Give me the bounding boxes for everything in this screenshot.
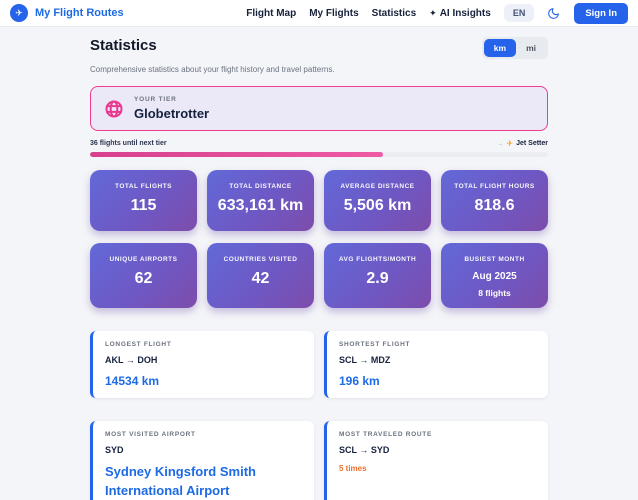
stat-value: Aug 2025 bbox=[445, 271, 544, 282]
card-label: MOST TRAVELED ROUTE bbox=[339, 431, 536, 438]
unit-toggle: km mi bbox=[482, 37, 548, 59]
longest-flight-card: LONGEST FLIGHT AKL → DOH 14534 km bbox=[90, 331, 314, 398]
stat-card-countries-visited: COUNTRIES VISITED 42 bbox=[207, 243, 314, 308]
tier-name: Globetrotter bbox=[134, 106, 209, 121]
most-visited-airport-card: MOST VISITED AIRPORT SYD Sydney Kingsfor… bbox=[90, 421, 314, 500]
tier-progress-fill bbox=[90, 152, 383, 157]
stat-card-average-distance: AVERAGE DISTANCE 5,506 km bbox=[324, 170, 431, 231]
stat-value: 115 bbox=[94, 197, 193, 215]
app-logo-icon[interactable]: ✈ bbox=[10, 4, 28, 22]
tier-progress-bar bbox=[90, 152, 548, 157]
travel-records: MOST VISITED AIRPORT SYD Sydney Kingsfor… bbox=[90, 421, 548, 500]
stat-value: 5,506 km bbox=[328, 197, 427, 215]
airport-code: SYD bbox=[105, 445, 302, 455]
route-text: SCL → MDZ bbox=[339, 355, 536, 365]
stat-label: TOTAL DISTANCE bbox=[211, 183, 310, 190]
stats-grid: TOTAL FLIGHTS 115 TOTAL DISTANCE 633,161… bbox=[90, 170, 548, 308]
page-subtitle: Comprehensive statistics about your flig… bbox=[90, 65, 548, 74]
page-title: Statistics bbox=[90, 37, 157, 54]
route-text: SCL → SYD bbox=[339, 445, 536, 455]
stat-value: 633,161 km bbox=[211, 197, 310, 215]
ai-insights-label: AI Insights bbox=[440, 8, 491, 19]
stat-label: TOTAL FLIGHT HOURS bbox=[445, 183, 544, 190]
card-label: LONGEST FLIGHT bbox=[105, 341, 302, 348]
stat-label: AVG FLIGHTS/MONTH bbox=[328, 256, 427, 263]
unit-mi-button[interactable]: mi bbox=[516, 39, 546, 57]
nav-menu: Flight Map My Flights Statistics ✦ AI In… bbox=[246, 3, 628, 24]
nav-my-flights[interactable]: My Flights bbox=[309, 8, 358, 19]
language-selector[interactable]: EN bbox=[504, 4, 535, 22]
airport-name: Sydney Kingsford Smith International Air… bbox=[105, 463, 302, 500]
stat-card-total-distance: TOTAL DISTANCE 633,161 km bbox=[207, 170, 314, 231]
arrow-icon: → bbox=[497, 141, 503, 147]
stat-value: 2.9 bbox=[328, 270, 427, 288]
stat-card-total-flight-hours: TOTAL FLIGHT HOURS 818.6 bbox=[441, 170, 548, 231]
stat-sub-value: 8 flights bbox=[445, 288, 544, 298]
dark-mode-toggle[interactable] bbox=[547, 6, 561, 20]
card-label: MOST VISITED AIRPORT bbox=[105, 431, 302, 438]
next-tier-name: Jet Setter bbox=[516, 140, 548, 147]
tier-progress-text: 36 flights until next tier bbox=[90, 140, 167, 147]
tier-card: YOUR TIER Globetrotter bbox=[90, 86, 548, 131]
distance-value: 14534 km bbox=[105, 374, 302, 388]
nav-flight-map[interactable]: Flight Map bbox=[246, 8, 296, 19]
navbar: ✈ My Flight Routes Flight Map My Flights… bbox=[0, 0, 638, 27]
tier-label: YOUR TIER bbox=[134, 96, 209, 103]
next-tier-label: → ✈ Jet Setter bbox=[497, 139, 548, 148]
plane-icon: ✈ bbox=[15, 8, 23, 19]
sign-in-button[interactable]: Sign In bbox=[574, 3, 628, 24]
stat-label: COUNTRIES VISITED bbox=[211, 256, 310, 263]
card-label: SHORTEST FLIGHT bbox=[339, 341, 536, 348]
stat-value: 62 bbox=[94, 270, 193, 288]
nav-ai-insights[interactable]: ✦ AI Insights bbox=[429, 8, 491, 19]
stat-label: TOTAL FLIGHTS bbox=[94, 183, 193, 190]
brand-area: ✈ My Flight Routes bbox=[10, 4, 124, 22]
brand-title[interactable]: My Flight Routes bbox=[35, 7, 124, 19]
flight-highlights: LONGEST FLIGHT AKL → DOH 14534 km SHORTE… bbox=[90, 331, 548, 398]
trip-count: 5 times bbox=[339, 464, 536, 473]
stat-value: 818.6 bbox=[445, 197, 544, 215]
most-traveled-route-card: MOST TRAVELED ROUTE SCL → SYD 5 times bbox=[324, 421, 548, 500]
plane-icon: ✈ bbox=[506, 139, 513, 148]
stat-card-busiest-month: BUSIEST MONTH Aug 2025 8 flights bbox=[441, 243, 548, 308]
stat-label: BUSIEST MONTH bbox=[445, 256, 544, 263]
stat-label: AVERAGE DISTANCE bbox=[328, 183, 427, 190]
globe-icon bbox=[104, 99, 124, 119]
stat-label: UNIQUE AIRPORTS bbox=[94, 256, 193, 263]
unit-km-button[interactable]: km bbox=[484, 39, 516, 57]
stat-card-avg-flights-month: AVG FLIGHTS/MONTH 2.9 bbox=[324, 243, 431, 308]
moon-icon bbox=[547, 7, 560, 20]
route-text: AKL → DOH bbox=[105, 355, 302, 365]
stat-value: 42 bbox=[211, 270, 310, 288]
stat-card-total-flights: TOTAL FLIGHTS 115 bbox=[90, 170, 197, 231]
distance-value: 196 km bbox=[339, 374, 536, 388]
shortest-flight-card: SHORTEST FLIGHT SCL → MDZ 196 km bbox=[324, 331, 548, 398]
main-content: Statistics km mi Comprehensive statistic… bbox=[90, 27, 548, 500]
stat-card-unique-airports: UNIQUE AIRPORTS 62 bbox=[90, 243, 197, 308]
nav-statistics[interactable]: Statistics bbox=[372, 8, 416, 19]
sparkle-icon: ✦ bbox=[429, 8, 437, 19]
